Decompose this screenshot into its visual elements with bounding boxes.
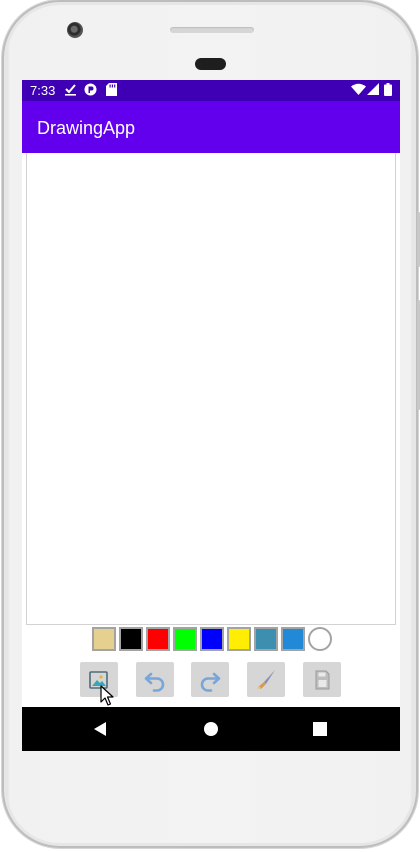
color-swatch[interactable] bbox=[254, 627, 278, 651]
navigation-bar bbox=[22, 707, 400, 751]
undo-icon bbox=[144, 672, 165, 692]
wifi-icon bbox=[351, 83, 366, 98]
earpiece-speaker bbox=[195, 58, 226, 70]
color-swatch[interactable] bbox=[119, 627, 143, 651]
battery-icon bbox=[384, 83, 392, 99]
app-notification-icon bbox=[84, 83, 97, 99]
phone-screen: 7:33 DrawingApp bbox=[22, 80, 400, 751]
redo-button[interactable] bbox=[191, 662, 229, 697]
top-speaker-grille bbox=[170, 27, 254, 33]
color-swatch[interactable] bbox=[200, 627, 224, 651]
home-icon[interactable] bbox=[203, 721, 219, 737]
status-bar: 7:33 bbox=[22, 80, 400, 101]
back-icon[interactable] bbox=[93, 721, 107, 737]
color-swatch[interactable] bbox=[308, 627, 332, 651]
undo-button[interactable] bbox=[136, 662, 174, 697]
color-swatch[interactable] bbox=[146, 627, 170, 651]
app-title: DrawingApp bbox=[37, 118, 136, 138]
drawing-canvas[interactable] bbox=[26, 153, 396, 625]
recents-icon[interactable] bbox=[313, 722, 327, 736]
color-swatch[interactable] bbox=[281, 627, 305, 651]
cell-signal-icon bbox=[367, 83, 379, 98]
save-button[interactable] bbox=[303, 662, 341, 697]
save-icon bbox=[315, 670, 330, 690]
status-time: 7:33 bbox=[30, 83, 56, 98]
app-toolbar: DrawingApp bbox=[22, 101, 400, 153]
sd-card-icon bbox=[106, 83, 117, 99]
download-done-icon bbox=[64, 83, 77, 99]
tool-bar bbox=[80, 662, 342, 698]
color-swatch[interactable] bbox=[173, 627, 197, 651]
color-palette bbox=[92, 627, 332, 651]
front-camera bbox=[67, 22, 83, 38]
brush-icon bbox=[257, 670, 275, 689]
color-swatch[interactable] bbox=[227, 627, 251, 651]
brush-size-button[interactable] bbox=[247, 662, 285, 697]
mouse-cursor bbox=[100, 685, 114, 706]
color-swatch[interactable] bbox=[92, 627, 116, 651]
redo-icon bbox=[200, 672, 221, 692]
